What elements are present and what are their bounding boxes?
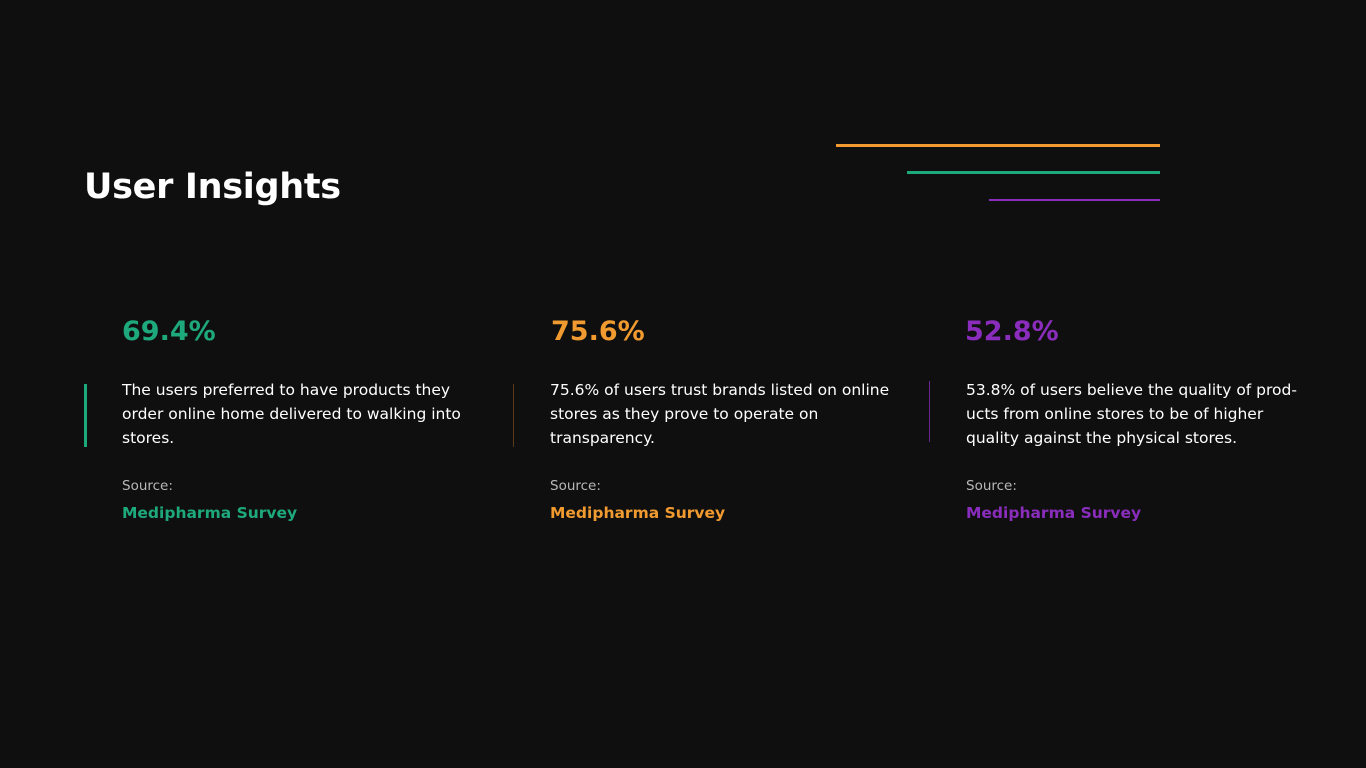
source-name: Medipharma Survey — [966, 504, 1142, 522]
source-name: Medipharma Survey — [122, 504, 298, 522]
card-accent-rule — [513, 384, 514, 447]
decorative-line-orange — [836, 144, 1160, 147]
insight-value: 69.4% — [122, 316, 216, 347]
decorative-line-purple — [989, 199, 1160, 201]
insight-description: The users preferred to have products the… — [122, 381, 461, 447]
page-title: User Insights — [84, 167, 341, 207]
insight-description: 75.6% of users trust brands listed on on… — [550, 381, 890, 447]
insight-value: 75.6% — [551, 316, 645, 347]
card-accent-rule — [84, 384, 87, 447]
decorative-line-green — [907, 171, 1160, 174]
insight-value: 52.8% — [965, 316, 1059, 347]
source-label: Source: — [550, 478, 601, 494]
source-label: Source: — [966, 478, 1017, 494]
source-name: Medipharma Survey — [550, 504, 726, 522]
insight-description: 53.8% of users believe the quality of pr… — [966, 381, 1297, 447]
card-accent-rule — [929, 381, 930, 442]
source-label: Source: — [122, 478, 173, 494]
